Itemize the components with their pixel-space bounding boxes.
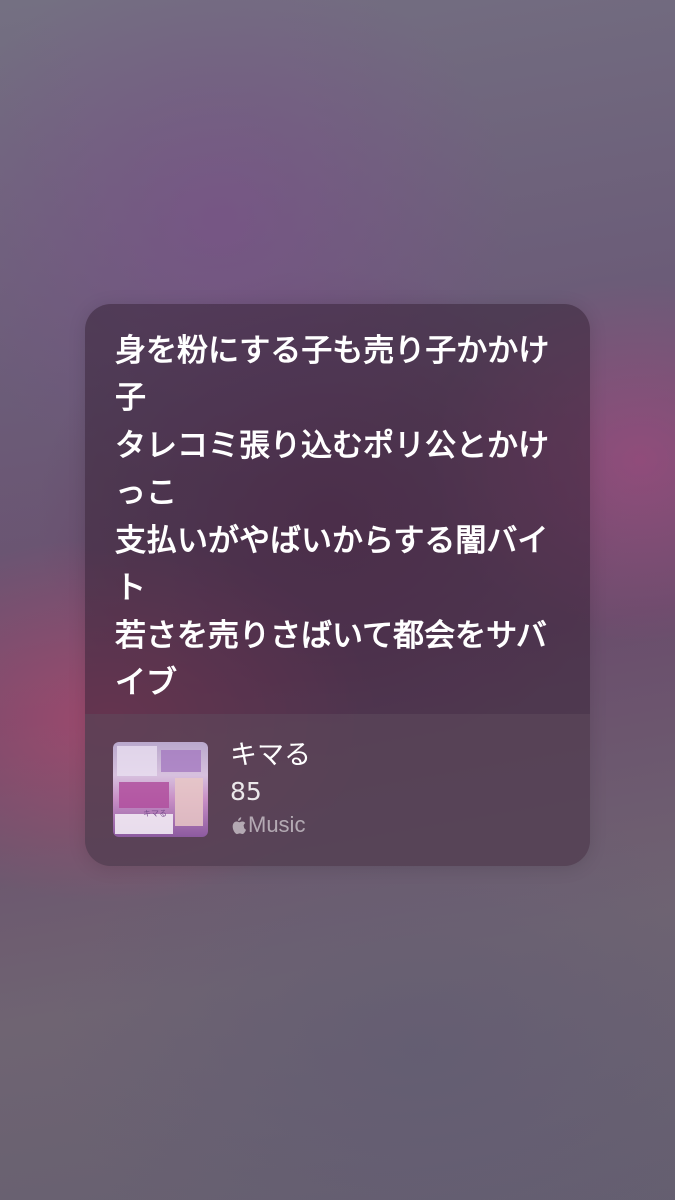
album-artwork: キマる (113, 742, 208, 837)
track-info-bar[interactable]: キマる キマる 85 Music (85, 714, 590, 866)
lyrics-share-card[interactable]: 身を粉にする子も売り子かかけ子 タレコミ張り込むポリ公とかけっこ 支払いがやばい… (85, 304, 590, 866)
lyric-line: 身を粉にする子も売り子かかけ子 (115, 333, 550, 416)
service-badge: Music (230, 810, 311, 840)
artwork-text: キマる (143, 809, 167, 818)
track-title: キマる (230, 740, 311, 771)
track-artist: 85 (230, 777, 262, 806)
lyric-line: タレコミ張り込むポリ公とかけっこ (115, 428, 549, 511)
apple-logo-icon (232, 816, 246, 834)
lyrics-block: 身を粉にする子も売り子かかけ子 タレコミ張り込むポリ公とかけっこ 支払いがやばい… (115, 328, 565, 708)
track-info: キマる 85 Music (230, 738, 311, 840)
service-label: Music (248, 812, 306, 837)
lyric-line: 支払いがやばいからする闇バイト (115, 523, 549, 606)
lyric-line: 若さを売りさばいて都会をサバイブ (115, 618, 547, 701)
